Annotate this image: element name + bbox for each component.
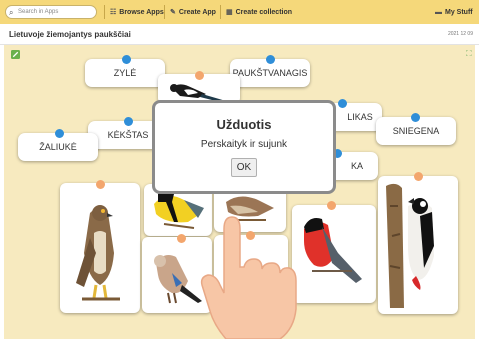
pencil-icon: ✎ bbox=[170, 9, 176, 16]
my-stuff-button[interactable]: ▬ My Stuff bbox=[435, 6, 473, 19]
modal-text: Perskaityk ir sujunk bbox=[200, 139, 288, 150]
edit-icon[interactable] bbox=[11, 50, 20, 59]
nav-separator bbox=[104, 5, 105, 19]
sparrowhawk-image bbox=[76, 205, 120, 301]
connector-dot[interactable] bbox=[122, 55, 131, 64]
word-label: SNIEGENA bbox=[392, 126, 440, 136]
collection-icon: ▦ bbox=[226, 9, 233, 16]
modal-title: Užduotis bbox=[216, 117, 272, 132]
word-label: ŽALIUKĖ bbox=[39, 142, 77, 152]
connector-dot[interactable] bbox=[411, 113, 420, 122]
connector-dot[interactable] bbox=[124, 117, 133, 126]
connector-dot[interactable] bbox=[96, 180, 105, 189]
connector-dot[interactable] bbox=[55, 129, 64, 138]
task-modal: Užduotis Perskaityk ir sujunk OK bbox=[152, 100, 336, 194]
app-date: 2021 12 09 bbox=[447, 31, 473, 37]
create-app-button[interactable]: ✎ Create App bbox=[170, 6, 216, 19]
my-stuff-label: My Stuff bbox=[445, 9, 473, 16]
create-app-label: Create App bbox=[178, 9, 216, 16]
create-collection-button[interactable]: ▦ Create collection bbox=[226, 6, 292, 19]
connector-dot[interactable] bbox=[177, 234, 186, 243]
search-icon: ⌕ bbox=[9, 8, 14, 17]
pointing-hand-icon bbox=[200, 216, 297, 339]
folder-icon: ▬ bbox=[435, 9, 442, 16]
grid-icon: ☷ bbox=[110, 9, 117, 16]
word-label: KA bbox=[350, 161, 363, 171]
connector-dot[interactable] bbox=[414, 172, 423, 181]
woodpecker-image bbox=[386, 183, 434, 308]
image-card-woodpecker[interactable] bbox=[378, 176, 458, 314]
browse-apps-button[interactable]: ☷ Browse Apps bbox=[110, 6, 164, 19]
word-label: ZYLĖ bbox=[113, 68, 137, 78]
top-nav-bar: ⌕ Search in Apps ☷ Browse Apps ✎ Create Ap… bbox=[0, 0, 479, 25]
search-input[interactable]: ⌕ Search in Apps bbox=[5, 5, 97, 19]
word-label: KĖKŠTAS bbox=[107, 130, 149, 140]
nav-separator bbox=[220, 5, 221, 19]
app-title-bar: Lietuvoje žiemojantys paukščiai 2021 12 … bbox=[0, 24, 479, 45]
browse-apps-label: Browse Apps bbox=[119, 9, 164, 16]
connector-dot[interactable] bbox=[266, 55, 275, 64]
connector-dot[interactable] bbox=[195, 71, 204, 80]
nav-separator bbox=[164, 5, 165, 19]
create-collection-label: Create collection bbox=[235, 9, 293, 16]
app-title: Lietuvoje žiemojantys paukščiai bbox=[9, 30, 131, 39]
fullscreen-icon[interactable]: ⛶ bbox=[466, 49, 472, 59]
connector-dot[interactable] bbox=[327, 201, 336, 210]
connector-dot[interactable] bbox=[338, 99, 347, 108]
image-card-sparrowhawk[interactable] bbox=[60, 183, 140, 313]
word-label: PAUKŠTVANAGIS bbox=[232, 68, 308, 78]
ok-button[interactable]: OK bbox=[231, 158, 257, 177]
search-placeholder: Search in Apps bbox=[18, 9, 59, 15]
